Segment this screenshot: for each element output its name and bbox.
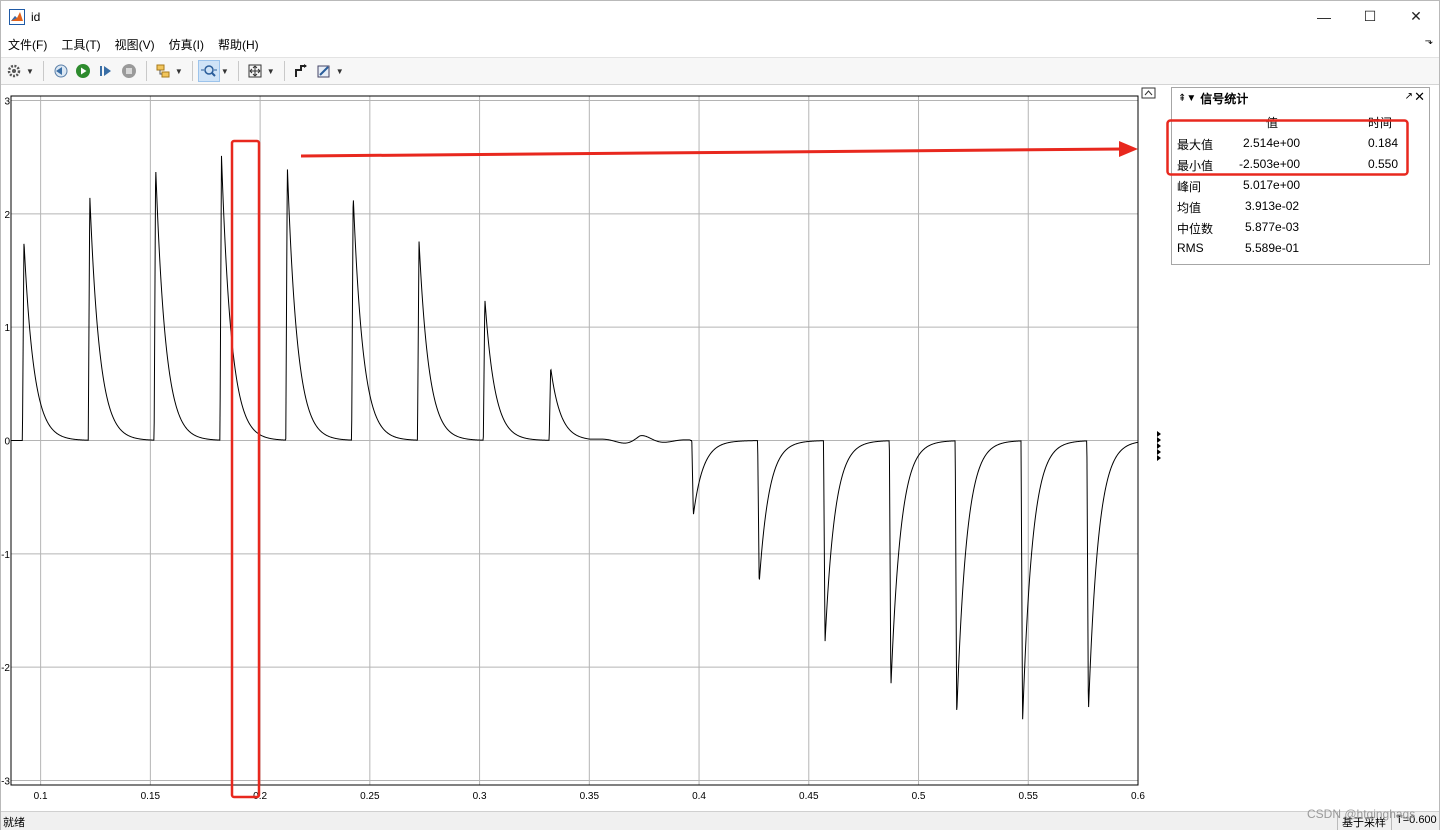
stats-label: 中位数 bbox=[1177, 222, 1214, 236]
stats-row: 峰间 5.017e+00 bbox=[1172, 178, 1429, 199]
style-icon[interactable] bbox=[313, 60, 335, 82]
x-tick-label: 0.4 bbox=[692, 791, 706, 802]
stats-label: 峰间 bbox=[1177, 180, 1202, 194]
close-icon[interactable]: ✕ bbox=[1414, 89, 1425, 105]
signal-icon[interactable] bbox=[152, 60, 174, 82]
stats-label: 均值 bbox=[1177, 201, 1202, 215]
menu-simulation[interactable]: 仿真(I) bbox=[162, 36, 211, 53]
undock-icon[interactable]: ↗ bbox=[1405, 91, 1413, 102]
maximize-button[interactable]: ☐ bbox=[1347, 1, 1393, 32]
y-tick-label: -1 bbox=[1, 550, 10, 561]
toolbar: ▼ ▼ ▼ ▼ ▼ bbox=[1, 57, 1439, 85]
stats-title: 信号统计 bbox=[1200, 91, 1249, 106]
watermark: CSDN @htqinghaqs bbox=[1307, 807, 1416, 821]
x-tick-label: 0.25 bbox=[360, 791, 380, 802]
y-tick-label: -3 bbox=[1, 776, 10, 787]
signal-statistics-panel: ⇞▼ 信号统计 ↗ ✕ 值 时间 最大值 2.514e+00 0.184 最小值… bbox=[1166, 87, 1430, 265]
menu-view[interactable]: 视图(V) bbox=[108, 36, 162, 53]
x-tick-label: 0.45 bbox=[799, 791, 819, 802]
matlab-logo-icon bbox=[9, 8, 25, 25]
stats-value: 3.913e-02 bbox=[1245, 199, 1300, 213]
window-controls: — ☐ ✕ bbox=[1301, 1, 1439, 32]
toolbar-separator bbox=[237, 61, 239, 81]
x-tick-label: 0.6 bbox=[1131, 791, 1145, 802]
y-tick-label: 2 bbox=[4, 210, 10, 221]
plot-area[interactable]: 0.1 0.15 0.2 0.25 0.3 0.35 0.4 0.45 0.5 0.55 0.6 3 2… bbox=[1, 86, 1171, 811]
settings-dropdown-icon[interactable]: ▼ bbox=[26, 67, 34, 76]
x-tick-label: 0.3 bbox=[473, 791, 487, 802]
y-tick-label: -2 bbox=[1, 663, 10, 674]
y-tick-label: 3 bbox=[4, 97, 10, 108]
zoom-dropdown-icon[interactable]: ▼ bbox=[221, 67, 229, 76]
menu-help[interactable]: 帮助(H) bbox=[211, 36, 266, 53]
x-tick-label: 0.15 bbox=[141, 791, 161, 802]
fit-icon[interactable] bbox=[244, 60, 266, 82]
collapse-icon[interactable]: ⇞▼ bbox=[1178, 93, 1196, 104]
stats-row: RMS 5.589e-01 bbox=[1172, 241, 1429, 262]
y-tick-label: 1 bbox=[4, 323, 10, 334]
run-icon[interactable] bbox=[72, 60, 94, 82]
y-tick-label: 0 bbox=[4, 437, 10, 448]
close-button[interactable]: ✕ bbox=[1393, 1, 1439, 32]
menu-tools[interactable]: 工具(T) bbox=[54, 36, 107, 53]
minimize-button[interactable]: — bbox=[1301, 1, 1347, 32]
x-tick-label: 0.5 bbox=[912, 791, 926, 802]
cursor-icon[interactable] bbox=[290, 60, 312, 82]
style-dropdown-icon[interactable]: ▼ bbox=[336, 67, 344, 76]
toolbar-separator bbox=[145, 61, 147, 81]
highlight-box-stats bbox=[1166, 119, 1409, 176]
signal-trace bbox=[11, 155, 1139, 720]
stats-value: 5.017e+00 bbox=[1243, 178, 1301, 192]
dock-button-icon[interactable] bbox=[1141, 87, 1156, 99]
settings-icon[interactable] bbox=[3, 60, 25, 82]
step-back-icon[interactable] bbox=[49, 60, 71, 82]
annotation-arrowhead bbox=[1119, 141, 1138, 157]
plot-canvas[interactable]: 0.1 0.15 0.2 0.25 0.3 0.35 0.4 0.45 0.5 0.55 0.632… bbox=[1, 86, 1171, 811]
stats-row: 中位数 5.877e-03 bbox=[1172, 220, 1429, 241]
x-tick-label: 0.35 bbox=[580, 791, 600, 802]
fit-dropdown-icon[interactable]: ▼ bbox=[267, 67, 275, 76]
menu-bar: 文件(F) 工具(T) 视图(V) 仿真(I) 帮助(H) ⬎ bbox=[1, 32, 1439, 56]
status-bar: 就绪 基于采样 T=0.600 bbox=[1, 811, 1439, 830]
toolbar-separator bbox=[191, 61, 193, 81]
step-forward-icon[interactable] bbox=[95, 60, 117, 82]
dock-pin-icon[interactable]: ⬎ bbox=[1425, 36, 1433, 47]
stats-row: 均值 3.913e-02 bbox=[1172, 199, 1429, 220]
annotation-arrow bbox=[300, 147, 1124, 158]
x-tick-label: 0.55 bbox=[1019, 791, 1039, 802]
highlight-box-max bbox=[230, 139, 261, 799]
stats-value: 5.877e-03 bbox=[1245, 220, 1300, 234]
status-ready: 就绪 bbox=[3, 817, 25, 829]
stats-header: ⇞▼ 信号统计 ↗ ✕ bbox=[1172, 88, 1429, 108]
stats-label: RMS bbox=[1177, 241, 1204, 255]
scope-window: id — ☐ ✕ 文件(F) 工具(T) 视图(V) 仿真(I) 帮助(H) ⬎… bbox=[0, 0, 1440, 830]
stats-value: 5.589e-01 bbox=[1245, 241, 1300, 255]
toolbar-separator bbox=[42, 61, 44, 81]
zoom-icon[interactable] bbox=[197, 60, 220, 82]
stop-icon[interactable] bbox=[118, 60, 140, 82]
x-tick-label: 0.1 bbox=[34, 791, 48, 802]
panel-resize-handle[interactable] bbox=[1157, 431, 1161, 461]
title-bar: id — ☐ ✕ bbox=[1, 1, 1439, 32]
signal-dropdown-icon[interactable]: ▼ bbox=[175, 67, 183, 76]
menu-file[interactable]: 文件(F) bbox=[1, 36, 54, 53]
toolbar-separator bbox=[283, 61, 285, 81]
window-title: id bbox=[31, 9, 41, 24]
